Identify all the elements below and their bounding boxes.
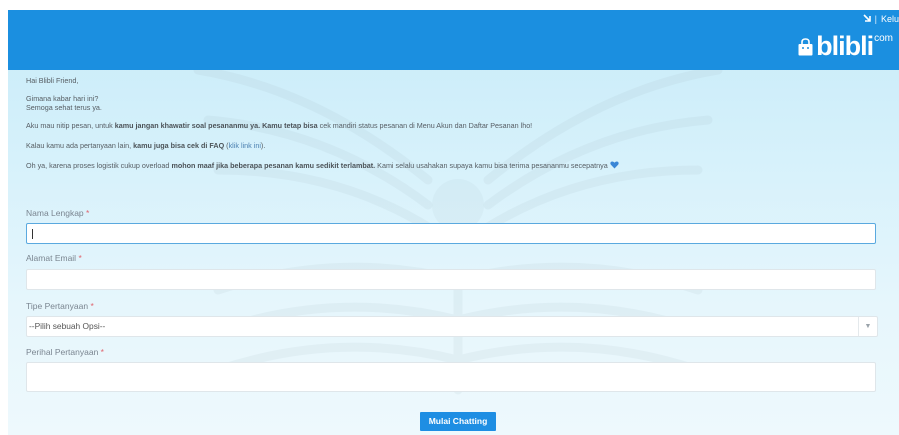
message-line-5-d: ). [260, 141, 266, 150]
arrow-down-right-icon[interactable] [863, 14, 871, 24]
message-line-4: Aku mau nitip pesan, untuk kamu jangan k… [26, 121, 532, 130]
message-line-2: Gimana kabar hari ini? [26, 94, 99, 103]
subject-input[interactable] [26, 362, 876, 392]
name-label-text: Nama Lengkap [26, 208, 84, 218]
message-line-6-a: Oh ya, karena proses logistik cukup over… [26, 161, 172, 170]
message-line-6-c: Kami selalu usahakan supaya kamu bisa te… [375, 161, 608, 170]
message-line-3: Semoga sehat terus ya. [26, 103, 102, 112]
type-select[interactable]: --Pilih sebuah Opsi-- ▼ [26, 316, 878, 337]
subject-label: Perihal Pertanyaan * [26, 347, 104, 357]
greeting-text: Hai Blibli Friend, [26, 76, 79, 85]
name-input[interactable] [26, 223, 876, 244]
required-mark: * [90, 301, 94, 311]
email-label-text: Alamat Email [26, 253, 77, 263]
heart-icon [610, 161, 619, 169]
type-selected-value: --Pilih sebuah Opsi-- [29, 321, 106, 331]
chevron-down-icon[interactable]: ▼ [858, 317, 877, 336]
message-line-6-bold: mohon maaf jika beberapa pesanan kamu se… [171, 161, 376, 170]
type-label-text: Tipe Pertanyaan [26, 301, 89, 311]
required-mark: * [78, 253, 82, 263]
message-line-4-a: Aku mau nitip pesan, untuk [26, 121, 115, 130]
top-header-bar: | Kelu blibli com [8, 10, 899, 70]
text-caret [32, 229, 33, 239]
email-label: Alamat Email * [26, 253, 82, 263]
logo-suffix: com [874, 33, 893, 44]
logout-link[interactable]: Kelu [881, 14, 899, 24]
faq-link[interactable]: klik link ini [229, 141, 261, 150]
required-mark: * [86, 208, 90, 218]
message-line-5-bold: kamu juga bisa cek di FAQ [133, 141, 225, 150]
link-separator: | [874, 14, 877, 24]
type-label: Tipe Pertanyaan * [26, 301, 94, 311]
message-line-5: Kalau kamu ada pertanyaan lain, kamu jug… [26, 141, 265, 150]
subject-label-text: Perihal Pertanyaan [26, 347, 99, 357]
logo-wordmark: blibli [816, 31, 874, 61]
message-line-4-c: cek mandiri status pesanan di Menu Akun … [317, 121, 533, 130]
message-line-4-bold: kamu jangan khawatir soal pesananmu ya. … [114, 121, 318, 130]
top-links: | Kelu [863, 14, 899, 24]
message-line-6: Oh ya, karena proses logistik cukup over… [26, 161, 619, 170]
required-mark: * [100, 347, 104, 357]
email-input[interactable] [26, 269, 876, 290]
start-chat-button[interactable]: Mulai Chatting [420, 412, 496, 431]
name-label: Nama Lengkap * [26, 208, 89, 218]
shopping-bag-icon [798, 38, 813, 56]
blibli-logo: blibli com [798, 32, 893, 60]
message-line-5-a: Kalau kamu ada pertanyaan lain, [26, 141, 134, 150]
